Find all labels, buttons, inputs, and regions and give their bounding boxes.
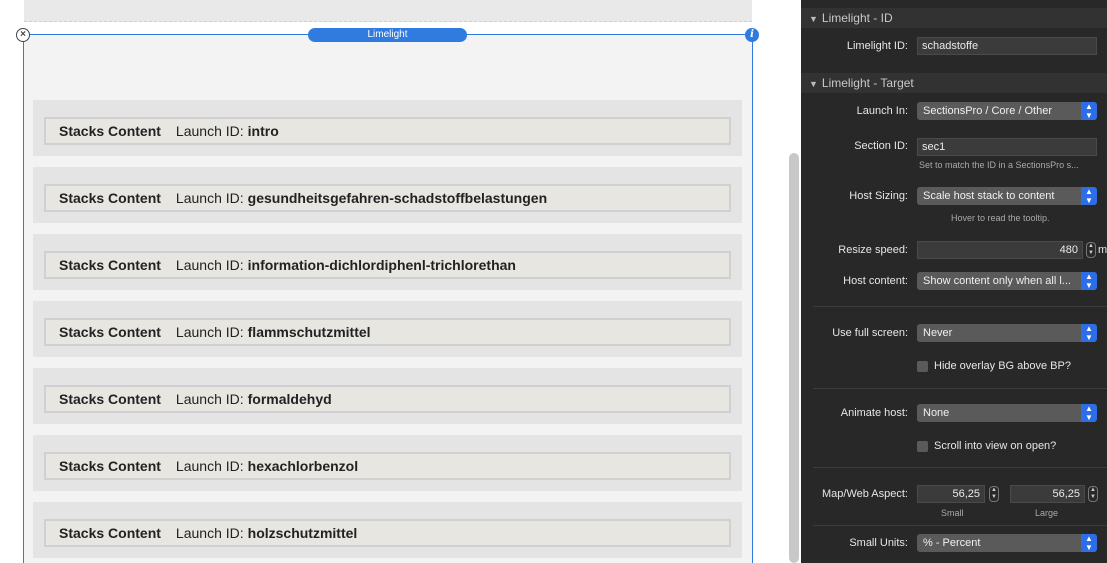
small-units-label: Small Units: <box>849 537 908 549</box>
stack-row[interactable]: Stacks Content Launch ID: flammschutzmit… <box>33 301 742 357</box>
stack-label: Stacks Content <box>59 391 161 407</box>
stacks-content-box[interactable]: Stacks Content Launch ID: hexachlorbenzo… <box>44 452 731 480</box>
stacks-content-box[interactable]: Stacks Content Launch ID: gesundheitsgef… <box>44 184 731 212</box>
launch-id-label: Launch ID: <box>175 123 244 139</box>
stack-row[interactable]: Stacks Content Launch ID: formaldehyd <box>33 368 742 424</box>
stack-row[interactable]: Stacks Content Launch ID: gesundheitsgef… <box>33 167 742 223</box>
launch-id-label: Launch ID: <box>175 391 244 407</box>
host-sizing-value: Scale host stack to content <box>923 190 1055 202</box>
launch-in-value: SectionsPro / Core / Other <box>923 105 1052 117</box>
section-title: Limelight - ID <box>821 11 893 25</box>
scroll-into-view-label: Scroll into view on open? <box>934 440 1057 452</box>
full-screen-label: Use full screen: <box>832 327 908 339</box>
stack-label: Stacks Content <box>59 458 161 474</box>
divider <box>813 467 1107 468</box>
map-aspect-small-caption: Small <box>941 508 964 518</box>
limelight-stack-label[interactable]: Limelight <box>308 28 467 42</box>
launch-id-value: formaldehyd <box>247 391 332 407</box>
stacks-content-box[interactable]: Stacks Content Launch ID: flammschutzmit… <box>44 318 731 346</box>
launch-id-value: intro <box>247 123 279 139</box>
section-id-input[interactable]: sec1 <box>917 138 1097 156</box>
previous-stack-area[interactable] <box>24 0 752 22</box>
limelight-id-label: Limelight ID: <box>846 40 908 52</box>
divider <box>813 306 1107 307</box>
stack-label: Stacks Content <box>59 324 161 340</box>
divider <box>813 388 1107 389</box>
small-units-select[interactable]: % - Percent ▲ ▼ <box>917 534 1097 552</box>
select-arrows-icon: ▲ ▼ <box>1081 324 1097 342</box>
launch-in-label: Launch In: <box>856 105 908 117</box>
hide-overlay-checkbox[interactable] <box>917 360 928 372</box>
section-header-limelight-id[interactable]: ▼ Limelight - ID <box>801 8 1107 28</box>
launch-id-value: flammschutzmittel <box>247 324 371 340</box>
launch-id-label: Launch ID: <box>175 324 244 340</box>
launch-id-label: Launch ID: <box>175 458 244 474</box>
full-screen-value: Never <box>923 327 953 339</box>
full-screen-select[interactable]: Never ▲ ▼ <box>917 324 1097 342</box>
stack-label: Stacks Content <box>59 123 161 139</box>
disclosure-triangle-icon[interactable]: ▼ <box>809 79 818 89</box>
section-title: Limelight - Target <box>821 76 914 90</box>
stacks-content-box[interactable]: Stacks Content Launch ID: formaldehyd <box>44 385 731 413</box>
info-icon[interactable]: i <box>745 28 759 42</box>
launch-id-value: holzschutzmittel <box>247 525 358 541</box>
host-content-label: Host content: <box>843 275 908 287</box>
animate-host-select[interactable]: None ▲ ▼ <box>917 404 1097 422</box>
disclosure-triangle-icon[interactable]: ▼ <box>809 14 818 24</box>
host-sizing-select[interactable]: Scale host stack to content ▲ ▼ <box>917 187 1097 205</box>
host-sizing-hint: Hover to read the tooltip. <box>951 213 1050 223</box>
stacks-content-box[interactable]: Stacks Content Launch ID: intro <box>44 117 731 145</box>
section-id-hint: Set to match the ID in a SectionsPro s..… <box>919 160 1079 170</box>
canvas-scrollbar[interactable] <box>789 153 799 563</box>
stack-label: Stacks Content <box>59 190 161 206</box>
resize-speed-label: Resize speed: <box>838 244 908 256</box>
stack-row[interactable]: Stacks Content Launch ID: holzschutzmitt… <box>33 502 742 558</box>
select-arrows-icon: ▲ ▼ <box>1081 404 1097 422</box>
launch-id-value: gesundheitsgefahren-schadstoffbelastunge… <box>247 190 548 206</box>
map-aspect-small-input[interactable]: 56,25 <box>917 485 985 503</box>
launch-id-label: Launch ID: <box>175 257 244 273</box>
launch-id-value: hexachlorbenzol <box>247 458 359 474</box>
stack-row[interactable]: Stacks Content Launch ID: intro <box>33 100 742 156</box>
close-icon[interactable]: × <box>16 28 30 42</box>
map-aspect-label: Map/Web Aspect: <box>821 488 908 500</box>
stacks-content-box[interactable]: Stacks Content Launch ID: holzschutzmitt… <box>44 519 731 547</box>
stacks-content-box[interactable]: Stacks Content Launch ID: information-di… <box>44 251 731 279</box>
stack-row[interactable]: Stacks Content Launch ID: information-di… <box>33 234 742 290</box>
select-arrows-icon: ▲ ▼ <box>1081 272 1097 290</box>
resize-speed-stepper[interactable]: ▲ ▼ <box>1086 242 1096 258</box>
launch-id-value: information-dichlordiphenl-trichlorethan <box>247 257 516 273</box>
launch-in-select[interactable]: SectionsPro / Core / Other ▲ ▼ <box>917 102 1097 120</box>
host-content-select[interactable]: Show content only when all l... ▲ ▼ <box>917 272 1097 290</box>
limelight-id-input[interactable]: schadstoffe <box>917 37 1097 55</box>
section-header-limelight-target[interactable]: ▼ Limelight - Target <box>801 73 1107 93</box>
inspector-panel: ▼ Limelight - ID Limelight ID: schadstoff… <box>801 0 1107 563</box>
map-aspect-large-caption: Large <box>1035 508 1059 518</box>
stack-row[interactable]: Stacks Content Launch ID: hexachlorbenzo… <box>33 435 742 491</box>
launch-id-label: Launch ID: <box>175 190 244 206</box>
section-id-label: Section ID: <box>854 140 908 152</box>
divider <box>813 525 1107 526</box>
host-sizing-label: Host Sizing: <box>849 190 908 202</box>
map-aspect-large-stepper[interactable]: ▲ ▼ <box>1088 486 1098 502</box>
stack-label: Stacks Content <box>59 525 161 541</box>
launch-id-label: Launch ID: <box>175 525 244 541</box>
stacks-canvas[interactable]: × Limelight i Stacks Content Launch ID: … <box>0 0 788 563</box>
resize-speed-unit: m <box>1098 244 1107 256</box>
scroll-into-view-checkbox[interactable] <box>917 440 928 452</box>
host-content-value: Show content only when all l... <box>923 275 1071 287</box>
select-arrows-icon: ▲ ▼ <box>1081 102 1097 120</box>
small-units-value: % - Percent <box>923 537 981 549</box>
map-aspect-small-stepper[interactable]: ▲ ▼ <box>989 486 999 502</box>
hide-overlay-label: Hide overlay BG above BP? <box>934 360 1071 372</box>
select-arrows-icon: ▲ ▼ <box>1081 187 1097 205</box>
select-arrows-icon: ▲ ▼ <box>1081 534 1097 552</box>
resize-speed-input[interactable]: 480 <box>917 241 1083 259</box>
animate-host-label: Animate host: <box>840 407 908 419</box>
scroll-into-view-checkbox-row[interactable]: Scroll into view on open? <box>917 440 1056 452</box>
map-aspect-large-input[interactable]: 56,25 <box>1010 485 1085 503</box>
hide-overlay-checkbox-row[interactable]: Hide overlay BG above BP? <box>917 360 1071 372</box>
animate-host-value: None <box>923 407 950 419</box>
stack-label: Stacks Content <box>59 257 161 273</box>
